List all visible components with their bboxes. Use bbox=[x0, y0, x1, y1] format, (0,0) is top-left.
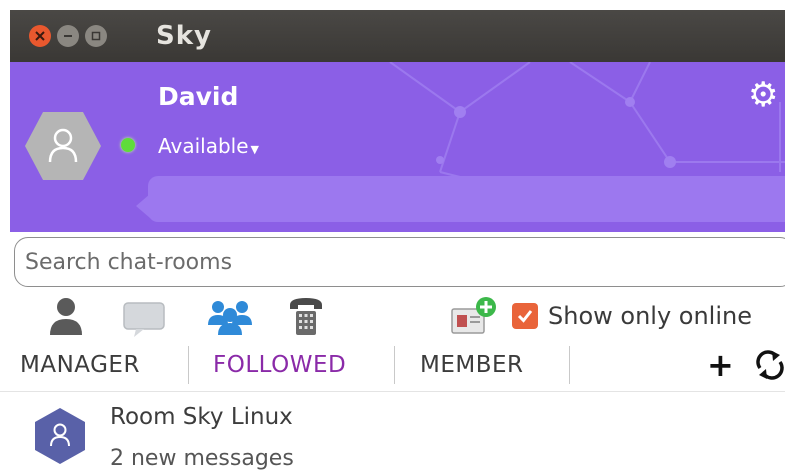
close-icon[interactable] bbox=[29, 25, 51, 47]
chat-bubble-icon[interactable] bbox=[120, 295, 170, 339]
minimize-icon[interactable] bbox=[57, 25, 79, 47]
status-label: Available bbox=[158, 134, 249, 158]
tab-followed[interactable]: FOLLOWED bbox=[213, 352, 346, 378]
tab-member[interactable]: MEMBER bbox=[420, 352, 524, 378]
telephone-icon[interactable] bbox=[286, 295, 326, 339]
avatar[interactable] bbox=[23, 110, 103, 182]
status-indicator bbox=[121, 138, 135, 152]
checkmark-icon bbox=[517, 310, 533, 323]
title-bar: Sky bbox=[10, 10, 785, 62]
room-tabs: MANAGER FOLLOWED MEMBER + bbox=[0, 342, 785, 392]
user-name: David bbox=[158, 82, 239, 111]
window-title: Sky bbox=[156, 21, 212, 51]
show-only-online-label: Show only online bbox=[548, 302, 752, 330]
maximize-icon[interactable] bbox=[85, 25, 107, 47]
tab-divider bbox=[569, 346, 570, 384]
tab-divider bbox=[394, 346, 395, 384]
room-avatar bbox=[35, 408, 85, 464]
gear-icon[interactable]: ⚙ bbox=[748, 78, 778, 112]
list-item[interactable]: Room Sky Linux 2 new messages bbox=[0, 398, 785, 474]
mood-message-input[interactable] bbox=[148, 176, 785, 222]
show-only-online-checkbox[interactable] bbox=[512, 303, 538, 329]
tab-manager[interactable]: MANAGER bbox=[20, 352, 140, 378]
show-only-online-toggle[interactable]: Show only online bbox=[512, 302, 752, 330]
search-input[interactable] bbox=[14, 237, 785, 287]
plus-icon[interactable]: + bbox=[707, 346, 734, 384]
room-name: Room Sky Linux bbox=[110, 404, 293, 430]
caret-down-icon: ▼ bbox=[250, 142, 259, 156]
tab-divider bbox=[188, 346, 189, 384]
person-icon[interactable] bbox=[46, 295, 86, 339]
room-unread-count: 2 new messages bbox=[110, 446, 294, 471]
add-contact-icon[interactable] bbox=[450, 295, 500, 339]
refresh-icon[interactable] bbox=[754, 348, 785, 382]
status-dropdown[interactable]: Available ▼ bbox=[158, 134, 259, 158]
group-icon[interactable] bbox=[208, 295, 252, 339]
profile-header: David Available ▼ ⚙ bbox=[10, 62, 785, 232]
